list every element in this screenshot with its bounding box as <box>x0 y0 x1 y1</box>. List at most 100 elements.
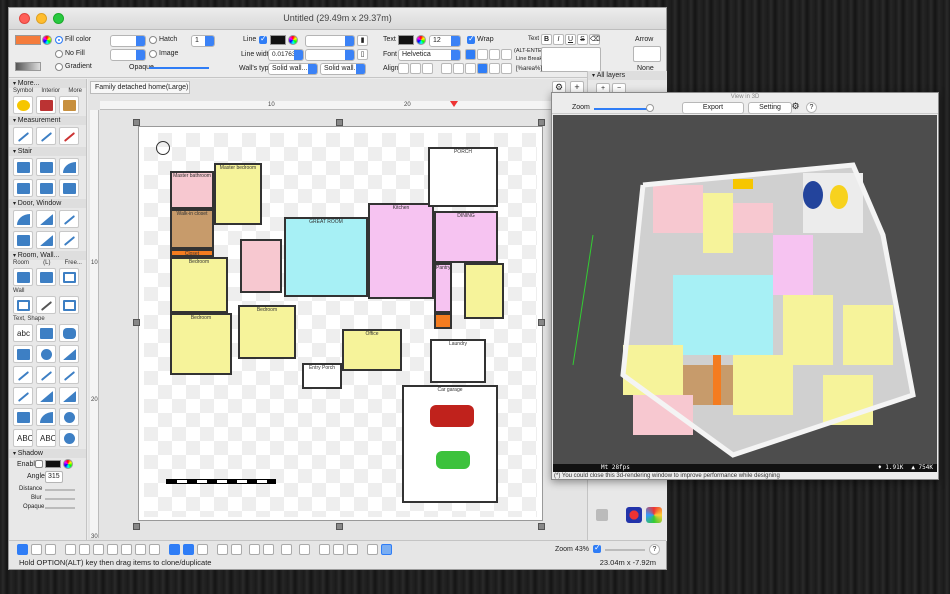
room-wall-section-header[interactable]: Room, Wall... <box>9 251 86 260</box>
shadow-enable-checkbox[interactable] <box>35 460 43 468</box>
shadow-opaque-slider[interactable] <box>45 507 75 509</box>
grid-toggle-button[interactable] <box>169 544 180 555</box>
arc-shape-tool[interactable] <box>36 408 56 426</box>
align-left-icon[interactable] <box>465 49 476 60</box>
gradient-swatch[interactable] <box>15 62 41 71</box>
rounded-rect-tool[interactable] <box>59 324 79 342</box>
room-bedroom-2[interactable]: Bedroom <box>170 313 232 375</box>
room-dining[interactable]: DINING <box>434 211 498 263</box>
color-wheel-icon[interactable] <box>42 35 52 45</box>
layer-tool-palette-icon[interactable] <box>646 507 662 523</box>
arrow-curved-tool[interactable] <box>59 387 79 405</box>
line-color-swatch[interactable] <box>270 35 286 45</box>
view-3d-help-button[interactable]: ? <box>806 102 817 113</box>
resize-handle-ml[interactable] <box>133 319 140 326</box>
rect-shape-tool[interactable] <box>36 324 56 342</box>
zoom-tool-button[interactable] <box>381 544 392 555</box>
fill-color-radio[interactable] <box>55 36 63 44</box>
room-closet-2[interactable] <box>434 313 452 329</box>
align-center-icon[interactable] <box>477 49 488 60</box>
line-color-wheel-icon[interactable] <box>288 35 298 45</box>
double-arrow-tool[interactable] <box>59 366 79 384</box>
symbol-smiley-tool[interactable] <box>13 96 33 114</box>
image-select[interactable] <box>110 49 146 61</box>
room-porch[interactable]: PORCH <box>428 147 498 207</box>
resize-handle-tr[interactable] <box>538 119 545 126</box>
bubble-tool[interactable] <box>59 408 79 426</box>
ungroup-button[interactable] <box>231 544 242 555</box>
align-bottom-tool-button[interactable] <box>135 544 146 555</box>
view-mode-3-button[interactable] <box>45 544 56 555</box>
stair-section-header[interactable]: Stair <box>9 147 86 156</box>
room-bedroom-3[interactable]: Bedroom <box>238 305 296 359</box>
bring-forward-button[interactable] <box>319 544 330 555</box>
arrow-preview[interactable] <box>633 46 661 62</box>
measure-line-tool[interactable] <box>13 127 33 145</box>
align-right-tool-button[interactable] <box>93 544 104 555</box>
measure-area-tool[interactable] <box>59 127 79 145</box>
shadow-color-swatch[interactable] <box>45 460 61 468</box>
valign-top-icon[interactable] <box>398 63 409 74</box>
room-kitchen[interactable]: Kitchen <box>368 203 434 299</box>
wall-free-tool[interactable] <box>59 296 79 314</box>
arrow-shape-tool[interactable] <box>36 366 56 384</box>
shadow-color-wheel-icon[interactable] <box>63 459 73 469</box>
send-backward-button[interactable] <box>333 544 344 555</box>
image-radio[interactable] <box>149 50 157 58</box>
stair-winder-tool[interactable] <box>36 179 56 197</box>
align-option-5-icon[interactable] <box>489 63 500 74</box>
room-free-tool[interactable] <box>59 268 79 286</box>
italic-button[interactable]: I <box>553 34 564 45</box>
strike-button[interactable]: S <box>577 34 588 45</box>
align-middle-tool-button[interactable] <box>121 544 132 555</box>
room-pantry[interactable]: Pantry <box>434 263 452 313</box>
valign-bottom-icon[interactable] <box>422 63 433 74</box>
red-car-icon[interactable] <box>430 405 474 427</box>
floor-plan[interactable]: Master bathroom Master bedroom Walk-in c… <box>144 133 537 517</box>
speech-bubble-tool[interactable] <box>59 429 79 447</box>
align-option-6-icon[interactable] <box>501 63 512 74</box>
view-3d-gear-icon[interactable]: ⚙ <box>790 102 801 113</box>
walls-type-select-2[interactable]: Solid wall... <box>320 63 366 75</box>
line-cap-icon[interactable]: ▯ <box>357 49 368 60</box>
bold-button[interactable]: B <box>541 34 552 45</box>
stair-l-tool[interactable] <box>36 158 56 176</box>
underline-button[interactable]: U <box>565 34 576 45</box>
duplicate-button[interactable] <box>281 544 292 555</box>
preview-button[interactable] <box>367 544 378 555</box>
room-great-room[interactable]: GREAT ROOM <box>284 217 368 297</box>
view-mode-1-button[interactable] <box>17 544 28 555</box>
align-right-icon[interactable] <box>489 49 500 60</box>
align-justify-icon[interactable] <box>501 49 512 60</box>
resize-handle-br[interactable] <box>538 523 545 530</box>
unlock-icon[interactable] <box>263 544 274 555</box>
more-box-tool[interactable] <box>59 96 79 114</box>
hatch-radio[interactable] <box>149 36 157 44</box>
layer-tool-pen-icon[interactable] <box>596 509 608 521</box>
text-content-field[interactable] <box>541 47 601 72</box>
abc-box-tool[interactable]: ABC <box>36 429 56 447</box>
font-size-select[interactable]: 12 <box>429 35 461 47</box>
text-color-swatch[interactable] <box>398 35 414 45</box>
align-left-tool-button[interactable] <box>65 544 76 555</box>
copy-style-button[interactable] <box>299 544 310 555</box>
gradient-radio[interactable] <box>55 63 63 71</box>
view-mode-2-button[interactable] <box>31 544 42 555</box>
group-button[interactable] <box>217 544 228 555</box>
room-car-garage[interactable]: Car garage <box>402 385 498 503</box>
line-width-select[interactable]: 0.017639 (1px) <box>268 49 304 61</box>
door-window-section-header[interactable]: Door, Window <box>9 199 86 208</box>
flip-button[interactable] <box>347 544 358 555</box>
measurement-section-header[interactable]: Measurement <box>9 116 86 125</box>
hatch-scale-select[interactable]: 1 <box>191 35 215 47</box>
valign-middle-icon[interactable] <box>410 63 421 74</box>
triangle-shape-tool[interactable] <box>59 345 79 363</box>
all-layers-header[interactable]: All layers <box>588 71 667 80</box>
line-shape-tool[interactable] <box>13 366 33 384</box>
room-rect-tool[interactable] <box>13 268 33 286</box>
opening-tool[interactable] <box>59 231 79 249</box>
resize-handle-tl[interactable] <box>133 119 140 126</box>
wall-rect-tool[interactable] <box>13 296 33 314</box>
line-pattern-icon[interactable]: ▮ <box>357 35 368 46</box>
text-color-wheel-icon[interactable] <box>416 35 426 45</box>
